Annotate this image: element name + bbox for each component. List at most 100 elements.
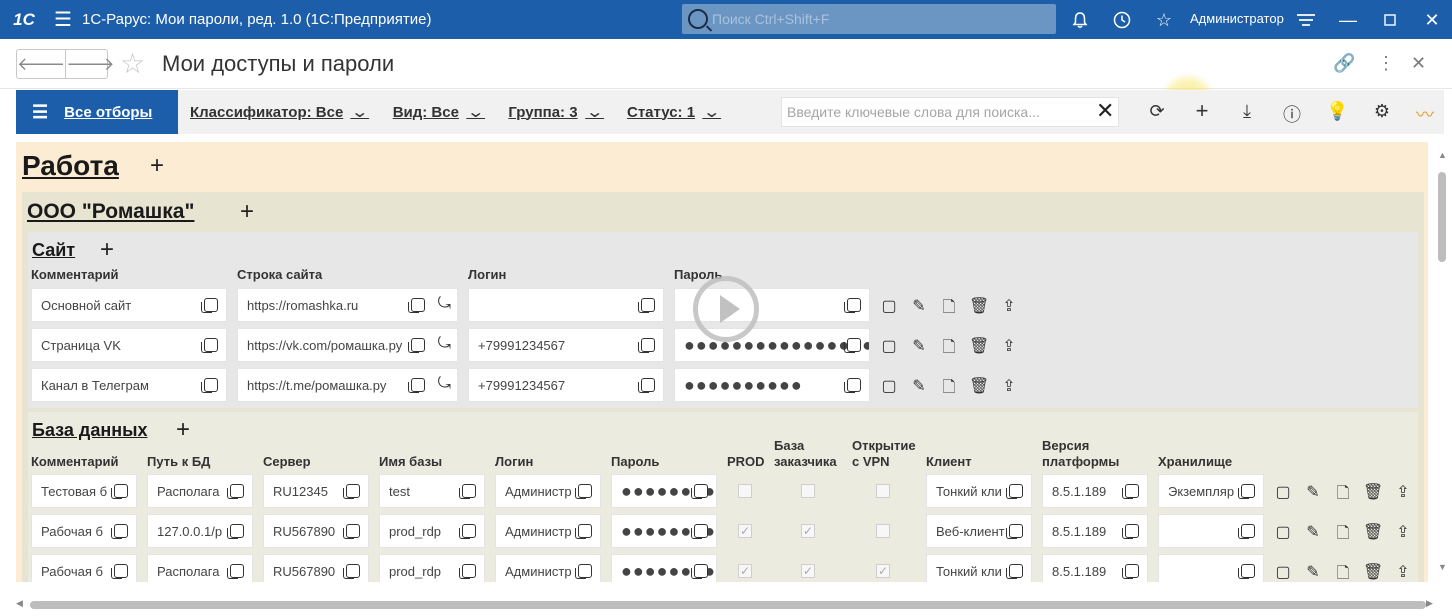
close-window-icon[interactable]: ✕ — [1420, 8, 1444, 32]
clear-search-icon[interactable]: ✕ — [1096, 98, 1114, 124]
add-file-icon[interactable]: 🗋 — [939, 376, 959, 403]
db-vpn-checkbox[interactable] — [876, 484, 890, 498]
copy-icon[interactable] — [459, 564, 476, 579]
filter-status[interactable]: Статус: 1 ⌄ — [627, 102, 721, 122]
bookmark-star-icon[interactable]: ☆ — [120, 47, 145, 80]
db-group-title[interactable]: База данных — [32, 420, 147, 441]
brand-mark-icon[interactable]: 〰 — [1414, 101, 1436, 127]
copy-icon[interactable] — [343, 524, 360, 539]
site-group-title[interactable]: Сайт — [32, 240, 75, 261]
delete-trash-icon[interactable]: 🗑 — [1363, 522, 1383, 542]
add-file-icon[interactable]: 🗋 — [1333, 522, 1353, 549]
org-title[interactable]: ООО "Ромашка" — [27, 200, 194, 224]
app-logo[interactable]: 1С — [0, 0, 48, 39]
db-login-field[interactable]: Администр — [495, 474, 601, 508]
db-comment-field[interactable]: Тестовая б — [31, 474, 137, 508]
share-upload-icon[interactable]: ⇪ — [1393, 562, 1413, 582]
edit-pencil-icon[interactable]: ✎ — [909, 376, 929, 396]
db-name-field[interactable]: prod_rdp — [379, 554, 485, 582]
share-upload-icon[interactable]: ⇪ — [1393, 482, 1413, 502]
copy-icon[interactable] — [638, 338, 655, 353]
add-icon[interactable]: + — [1191, 98, 1213, 124]
delete-trash-icon[interactable]: 🗑 — [969, 376, 989, 396]
copy-icon[interactable] — [1006, 564, 1023, 579]
edit-pencil-icon[interactable]: ✎ — [1303, 522, 1323, 542]
db-storage-field[interactable] — [1158, 514, 1264, 548]
favorites-star-icon[interactable]: ☆ — [1152, 8, 1176, 32]
delete-trash-icon[interactable]: 🗑 — [1363, 482, 1383, 502]
scroll-right-icon[interactable]: ▶ — [1426, 598, 1433, 609]
open-link-icon[interactable]: ⤿ — [438, 295, 451, 313]
copy-row-icon[interactable]: ▢ — [1273, 482, 1293, 502]
filter-classifier[interactable]: Классификатор: Все ⌄ — [190, 102, 369, 122]
delete-trash-icon[interactable]: 🗑 — [969, 336, 989, 356]
copy-row-icon[interactable]: ▢ — [879, 336, 899, 356]
db-customer-checkbox[interactable] — [801, 484, 815, 498]
copy-icon[interactable] — [1122, 484, 1139, 499]
minimize-icon[interactable]: — — [1336, 8, 1360, 32]
copy-icon[interactable] — [343, 564, 360, 579]
db-comment-field[interactable]: Рабочая б — [31, 514, 137, 548]
site-login-field[interactable]: +79991234567 — [468, 328, 664, 362]
copy-icon[interactable] — [844, 378, 861, 393]
section-title-work[interactable]: Работа — [22, 150, 119, 182]
edit-pencil-icon[interactable]: ✎ — [1303, 562, 1323, 582]
db-login-field[interactable]: Администр — [495, 514, 601, 548]
add-file-icon[interactable]: 🗋 — [1333, 562, 1353, 582]
db-vpn-checkbox[interactable]: ✓ — [876, 564, 890, 578]
add-file-icon[interactable]: 🗋 — [1333, 482, 1353, 509]
video-play-overlay-icon[interactable] — [693, 276, 759, 342]
copy-icon[interactable] — [227, 484, 244, 499]
copy-icon[interactable] — [638, 378, 655, 393]
scroll-left-icon[interactable]: ◀ — [16, 598, 23, 609]
add-file-icon[interactable]: 🗋 — [939, 296, 959, 323]
copy-icon[interactable] — [1122, 564, 1139, 579]
db-path-field[interactable]: Располага — [147, 474, 253, 508]
db-path-field[interactable]: Располага — [147, 554, 253, 582]
scroll-up-icon[interactable]: ▲ — [1438, 150, 1447, 160]
db-comment-field[interactable]: Рабочая б — [31, 554, 137, 582]
copy-icon[interactable] — [844, 298, 861, 313]
back-arrow-icon[interactable]: 🡐 — [17, 50, 67, 78]
copy-icon[interactable] — [227, 564, 244, 579]
edit-pencil-icon[interactable]: ✎ — [909, 296, 929, 316]
copy-row-icon[interactable]: ▢ — [879, 376, 899, 396]
copy-icon[interactable] — [1122, 524, 1139, 539]
db-prod-checkbox[interactable]: ✓ — [738, 524, 752, 538]
copy-icon[interactable] — [408, 338, 425, 353]
lightbulb-icon[interactable]: 💡 — [1326, 101, 1348, 122]
bell-icon[interactable] — [1068, 8, 1092, 32]
copy-icon[interactable] — [408, 298, 425, 313]
global-search-input[interactable]: Поиск Ctrl+Shift+F — [682, 4, 1056, 34]
site-login-field[interactable] — [468, 288, 664, 322]
copy-icon[interactable] — [691, 564, 708, 579]
copy-icon[interactable] — [201, 378, 218, 393]
db-vpn-checkbox[interactable] — [876, 524, 890, 538]
more-actions-icon[interactable]: ⋮ — [1377, 53, 1395, 74]
info-icon[interactable]: ⓘ — [1281, 101, 1303, 127]
copy-icon[interactable] — [844, 338, 861, 353]
copy-icon[interactable] — [1006, 484, 1023, 499]
edit-pencil-icon[interactable]: ✎ — [909, 336, 929, 356]
site-password-field[interactable]: ●●●●●●●●●● — [674, 368, 870, 402]
link-icon[interactable]: 🔗 — [1333, 53, 1355, 74]
scroll-down-icon[interactable]: ▼ — [1438, 562, 1447, 572]
site-comment-field[interactable]: Основной сайт — [31, 288, 227, 322]
open-link-icon[interactable]: ⤿ — [438, 335, 451, 353]
add-db-icon[interactable]: + — [176, 416, 190, 444]
filter-group[interactable]: Группа: 3 ⌄ — [508, 102, 603, 122]
db-customer-checkbox[interactable]: ✓ — [801, 564, 815, 578]
close-form-icon[interactable]: ✕ — [1411, 53, 1426, 74]
copy-icon[interactable] — [638, 298, 655, 313]
keyword-search-input[interactable]: Введите ключевые слова для поиска... — [781, 97, 1119, 127]
copy-icon[interactable] — [1006, 524, 1023, 539]
add-file-icon[interactable]: 🗋 — [939, 336, 959, 363]
open-link-icon[interactable]: ⤿ — [438, 375, 451, 393]
copy-icon[interactable] — [459, 524, 476, 539]
copy-icon[interactable] — [111, 524, 128, 539]
share-upload-icon[interactable]: ⇪ — [999, 336, 1019, 356]
site-comment-field[interactable]: Страница VK — [31, 328, 227, 362]
add-group-icon[interactable]: + — [240, 198, 254, 226]
copy-icon[interactable] — [459, 484, 476, 499]
copy-icon[interactable] — [201, 298, 218, 313]
